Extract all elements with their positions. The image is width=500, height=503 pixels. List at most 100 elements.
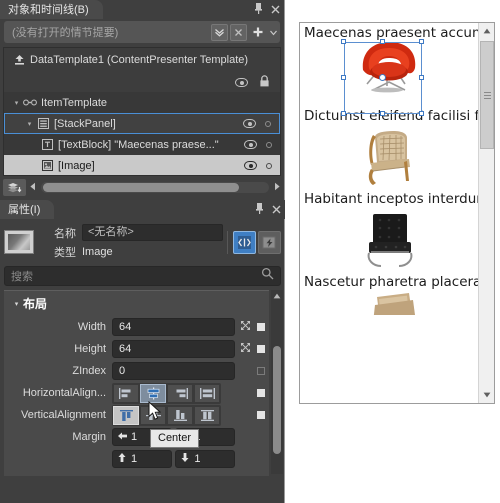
artboard-scrollbar[interactable]: [478, 23, 494, 403]
valign-bottom-button[interactable]: [167, 405, 193, 425]
margin-top-input[interactable]: 1: [112, 450, 172, 468]
artboard-preview[interactable]: Maecenas praesent accumsa Dictumst eleif…: [299, 22, 495, 404]
tree-node-image[interactable]: [Image]: [4, 155, 280, 175]
events-icon[interactable]: [258, 230, 281, 254]
tree-node-itemtemplate[interactable]: ▾ ItemTemplate: [4, 92, 280, 113]
list-item[interactable]: Habitant inceptos interdum l: [300, 189, 478, 272]
eye-icon[interactable]: [244, 140, 257, 149]
wood-lounge-chair-icon: [368, 131, 410, 185]
properties-icon[interactable]: [233, 230, 256, 254]
arrow-left-icon[interactable]: [29, 182, 37, 193]
image-thumbnail: [4, 230, 34, 254]
vertical-alignment-advanced-marker[interactable]: [257, 411, 265, 419]
twisty-icon[interactable]: ▾: [23, 120, 36, 128]
margin-bottom-input[interactable]: 1: [175, 450, 235, 468]
lock-toggle-icon[interactable]: [266, 162, 272, 169]
zindex-input[interactable]: 0: [112, 362, 235, 380]
pin-icon[interactable]: [254, 2, 263, 18]
height-advanced-marker[interactable]: [257, 345, 265, 353]
width-auto-icon[interactable]: [238, 320, 252, 334]
property-row-vertical-alignment: VerticalAlignment: [4, 404, 269, 426]
layers-icon[interactable]: [3, 179, 26, 196]
width-input[interactable]: 64: [112, 318, 235, 336]
return-scope-icon[interactable]: [12, 54, 26, 66]
eye-icon[interactable]: [243, 119, 256, 128]
lock-toggle-icon[interactable]: [265, 120, 271, 127]
element-identity-row: 名称 <无名称> 类型 Image: [0, 219, 285, 263]
halign-center-button[interactable]: [140, 383, 166, 403]
black-barcelona-chair-icon: [367, 214, 413, 267]
margin-left-value: 1: [131, 431, 138, 443]
tree-footer: [3, 178, 281, 197]
valign-top-button[interactable]: [113, 405, 139, 425]
resize-handle-se[interactable]: [419, 111, 424, 116]
zindex-advanced-marker[interactable]: [257, 367, 265, 375]
transform-origin-handle[interactable]: [379, 74, 386, 81]
resize-handle-n[interactable]: [380, 39, 385, 44]
resize-handle-ne[interactable]: [419, 39, 424, 44]
thumbnail-preview: [8, 234, 30, 250]
tree-horizontal-scrollbar[interactable]: [29, 181, 281, 195]
type-value: Image: [82, 245, 113, 258]
search-input[interactable]: 搜索: [4, 266, 281, 286]
close-icon[interactable]: [272, 202, 281, 218]
tab-properties[interactable]: 属性(I): [0, 200, 55, 219]
eye-icon[interactable]: [235, 77, 248, 87]
object-tree[interactable]: DataTemplate1 (ContentPresenter Template…: [3, 47, 281, 176]
tooltip-text: Center: [158, 432, 192, 444]
scrollbar-thumb[interactable]: [273, 346, 281, 454]
margin-bottom-value: 1: [194, 453, 201, 465]
scrollbar-track[interactable]: [41, 182, 269, 193]
horizontal-alignment-advanced-marker[interactable]: [257, 389, 265, 397]
resize-handle-w[interactable]: [341, 75, 346, 80]
resize-handle-e[interactable]: [419, 75, 424, 80]
height-input[interactable]: 64: [112, 340, 235, 358]
resize-handle-sw[interactable]: [341, 111, 346, 116]
tab-objects-and-timeline[interactable]: 对象和时间线(B): [0, 0, 103, 19]
width-advanced-marker[interactable]: [257, 323, 265, 331]
arrow-right-icon[interactable]: [273, 182, 281, 193]
storyboard-close-button[interactable]: [230, 23, 247, 41]
stackpanel-icon: [36, 118, 50, 130]
storyboard-menu-button[interactable]: [269, 28, 278, 37]
tree-node-textblock[interactable]: [TextBlock] "Maecenas praese...": [4, 134, 280, 155]
resize-handle-s[interactable]: [380, 111, 385, 116]
property-row-margin-bottom: 1 1: [4, 448, 269, 470]
image-icon: [40, 160, 54, 172]
list-item[interactable]: Nascetur pharetra placerat p: [300, 272, 478, 315]
list-item[interactable]: Dictumst eleifend facilisi fau: [300, 106, 478, 189]
lock-toggle-icon[interactable]: [266, 141, 272, 148]
arrow-up-icon[interactable]: [479, 23, 494, 39]
close-icon[interactable]: [271, 2, 280, 18]
lock-icon[interactable]: [259, 74, 270, 90]
storyboard-new-button[interactable]: [252, 26, 264, 38]
arrow-up-icon[interactable]: [271, 290, 283, 302]
twisty-icon[interactable]: ▾: [10, 300, 23, 308]
storyboard-picker-button[interactable]: [211, 23, 228, 41]
list-item-image[interactable]: [300, 291, 478, 315]
name-input[interactable]: <无名称>: [82, 224, 223, 241]
properties-scrollbar[interactable]: [271, 290, 283, 474]
scrollbar-thumb[interactable]: [480, 41, 494, 149]
tree-root-row[interactable]: DataTemplate1 (ContentPresenter Template…: [4, 48, 280, 72]
scrollbar-thumb[interactable]: [43, 183, 240, 192]
tree-node-stackpanel[interactable]: ▾ [StackPanel]: [4, 113, 280, 134]
eye-icon[interactable]: [244, 161, 257, 170]
pin-icon[interactable]: [255, 202, 264, 218]
arrow-down-icon[interactable]: [479, 387, 494, 403]
vertical-alignment-group: [112, 404, 221, 426]
objects-panel-header: 对象和时间线(B): [0, 0, 284, 19]
resize-handle-nw[interactable]: [341, 39, 346, 44]
list-item-image[interactable]: [300, 125, 478, 189]
tree-node-label: [TextBlock] "Maecenas praese...": [58, 138, 219, 151]
twisty-icon[interactable]: ▾: [10, 99, 23, 107]
list-item-image[interactable]: [300, 208, 478, 272]
type-label: 类型: [54, 246, 76, 259]
search-icon[interactable]: [261, 267, 274, 285]
halign-left-button[interactable]: [113, 383, 139, 403]
valign-stretch-button[interactable]: [194, 405, 220, 425]
layout-section-header[interactable]: ▾ 布局: [4, 294, 269, 316]
height-auto-icon[interactable]: [238, 342, 252, 356]
halign-stretch-button[interactable]: [194, 383, 220, 403]
halign-right-button[interactable]: [167, 383, 193, 403]
